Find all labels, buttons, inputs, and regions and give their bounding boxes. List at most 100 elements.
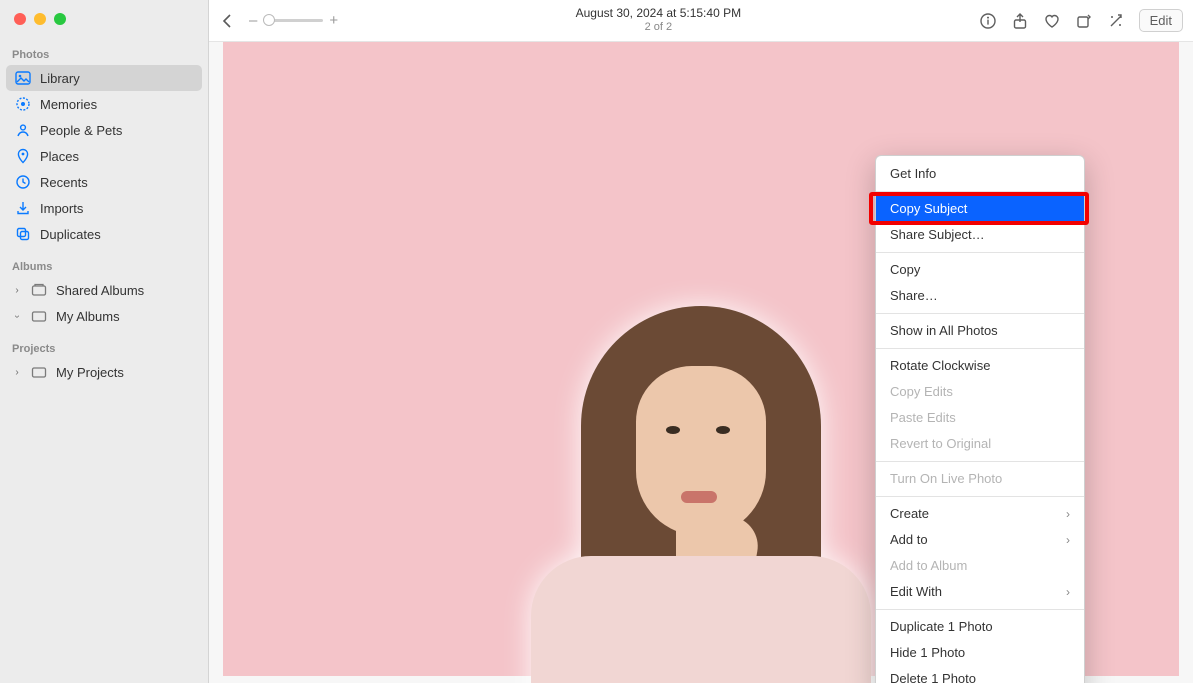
- people-icon: [14, 122, 32, 138]
- menu-label: Get Info: [890, 165, 936, 183]
- menu-label: Duplicate 1 Photo: [890, 618, 993, 636]
- sidebar-item-my-projects[interactable]: › My Projects: [6, 359, 202, 385]
- imports-icon: [14, 200, 32, 216]
- menu-delete[interactable]: Delete 1 Photo: [876, 666, 1084, 683]
- menu-copy[interactable]: Copy: [876, 257, 1084, 283]
- photo-counter: 2 of 2: [348, 21, 968, 35]
- menu-live-photo: Turn On Live Photo: [876, 466, 1084, 492]
- minimize-window-button[interactable]: [34, 13, 46, 25]
- shared-albums-icon: [30, 282, 48, 298]
- menu-separator: [876, 313, 1084, 314]
- enhance-icon[interactable]: [1107, 12, 1125, 30]
- sidebar-item-label: Library: [40, 71, 80, 86]
- sidebar-item-label: Shared Albums: [56, 283, 144, 298]
- rotate-icon[interactable]: [1075, 12, 1093, 30]
- sidebar-item-duplicates[interactable]: Duplicates: [6, 221, 202, 247]
- menu-get-info[interactable]: Get Info: [876, 161, 1084, 187]
- menu-separator: [876, 252, 1084, 253]
- menu-paste-edits: Paste Edits: [876, 405, 1084, 431]
- sidebar-section-albums: Albums: [0, 247, 208, 277]
- sidebar-item-imports[interactable]: Imports: [6, 195, 202, 221]
- sidebar-item-library[interactable]: Library: [6, 65, 202, 91]
- sidebar-item-my-albums[interactable]: › My Albums: [6, 303, 202, 329]
- sidebar: Photos Library Memories People & Pets Pl…: [0, 0, 209, 683]
- sidebar-item-label: People & Pets: [40, 123, 122, 138]
- sidebar-item-label: Duplicates: [40, 227, 101, 242]
- menu-label: Copy Edits: [890, 383, 953, 401]
- menu-separator: [876, 496, 1084, 497]
- info-icon[interactable]: [979, 12, 997, 30]
- photo-viewer[interactable]: Get Info Copy Subject Share Subject… Cop…: [209, 42, 1193, 683]
- menu-label: Copy: [890, 261, 920, 279]
- sidebar-item-label: My Albums: [56, 309, 120, 324]
- menu-label: Paste Edits: [890, 409, 956, 427]
- sidebar-item-places[interactable]: Places: [6, 143, 202, 169]
- chevron-right-icon[interactable]: ›: [12, 285, 22, 296]
- edit-button[interactable]: Edit: [1139, 9, 1183, 32]
- menu-label: Add to Album: [890, 557, 967, 575]
- menu-separator: [876, 609, 1084, 610]
- menu-hide[interactable]: Hide 1 Photo: [876, 640, 1084, 666]
- annotation-highlight-box: [869, 192, 1089, 225]
- sidebar-section-projects: Projects: [0, 329, 208, 359]
- context-menu: Get Info Copy Subject Share Subject… Cop…: [875, 155, 1085, 683]
- chevron-down-icon[interactable]: ›: [12, 311, 23, 321]
- menu-add-album: Add to Album: [876, 553, 1084, 579]
- sidebar-item-people-pets[interactable]: People & Pets: [6, 117, 202, 143]
- menu-edit-with[interactable]: Edit With ›: [876, 579, 1084, 605]
- main-area: – + August 30, 2024 at 5:15:40 PM 2 of 2…: [209, 0, 1193, 683]
- menu-rotate[interactable]: Rotate Clockwise: [876, 353, 1084, 379]
- menu-label: Edit With: [890, 583, 942, 601]
- menu-show-all[interactable]: Show in All Photos: [876, 318, 1084, 344]
- sidebar-item-label: Places: [40, 149, 79, 164]
- duplicates-icon: [14, 226, 32, 242]
- favorite-icon[interactable]: [1043, 12, 1061, 30]
- menu-separator: [876, 461, 1084, 462]
- back-button[interactable]: [219, 12, 237, 30]
- sidebar-item-recents[interactable]: Recents: [6, 169, 202, 195]
- recents-icon: [14, 174, 32, 190]
- close-window-button[interactable]: [14, 13, 26, 25]
- menu-label: Show in All Photos: [890, 322, 998, 340]
- zoom-slider[interactable]: [263, 19, 323, 22]
- memories-icon: [14, 96, 32, 112]
- menu-share[interactable]: Share…: [876, 283, 1084, 309]
- menu-label: Turn On Live Photo: [890, 470, 1002, 488]
- menu-duplicate[interactable]: Duplicate 1 Photo: [876, 614, 1084, 640]
- menu-label: Share…: [890, 287, 938, 305]
- menu-label: Create: [890, 505, 929, 523]
- sidebar-section-photos: Photos: [0, 35, 208, 65]
- photo-timestamp: August 30, 2024 at 5:15:40 PM: [348, 6, 968, 21]
- sidebar-item-label: My Projects: [56, 365, 124, 380]
- menu-label: Share Subject…: [890, 226, 985, 244]
- sidebar-item-label: Imports: [40, 201, 83, 216]
- menu-revert: Revert to Original: [876, 431, 1084, 457]
- zoom-in-label[interactable]: +: [329, 12, 338, 29]
- zoom-knob[interactable]: [263, 14, 275, 26]
- menu-separator: [876, 348, 1084, 349]
- folder-icon: [30, 364, 48, 380]
- toolbar: – + August 30, 2024 at 5:15:40 PM 2 of 2…: [209, 0, 1193, 42]
- sidebar-item-label: Memories: [40, 97, 97, 112]
- window-controls: [0, 0, 208, 35]
- share-icon[interactable]: [1011, 12, 1029, 30]
- places-icon: [14, 148, 32, 164]
- sidebar-item-memories[interactable]: Memories: [6, 91, 202, 117]
- sidebar-item-shared-albums[interactable]: › Shared Albums: [6, 277, 202, 303]
- menu-label: Hide 1 Photo: [890, 644, 965, 662]
- menu-share-subject[interactable]: Share Subject…: [876, 222, 1084, 248]
- menu-add-to[interactable]: Add to›: [876, 527, 1084, 553]
- fullscreen-window-button[interactable]: [54, 13, 66, 25]
- menu-copy-edits: Copy Edits: [876, 379, 1084, 405]
- menu-label: Add to: [890, 531, 928, 549]
- library-icon: [14, 70, 32, 86]
- menu-label: Rotate Clockwise: [890, 357, 990, 375]
- zoom-control[interactable]: – +: [249, 12, 338, 29]
- chevron-right-icon: ›: [1066, 583, 1070, 601]
- chevron-right-icon[interactable]: ›: [12, 367, 22, 378]
- chevron-right-icon: ›: [1066, 505, 1070, 523]
- photo-subject: [581, 306, 821, 676]
- zoom-out-label[interactable]: –: [249, 12, 257, 29]
- menu-create[interactable]: Create ›: [876, 501, 1084, 527]
- menu-label: Delete 1 Photo: [890, 670, 976, 683]
